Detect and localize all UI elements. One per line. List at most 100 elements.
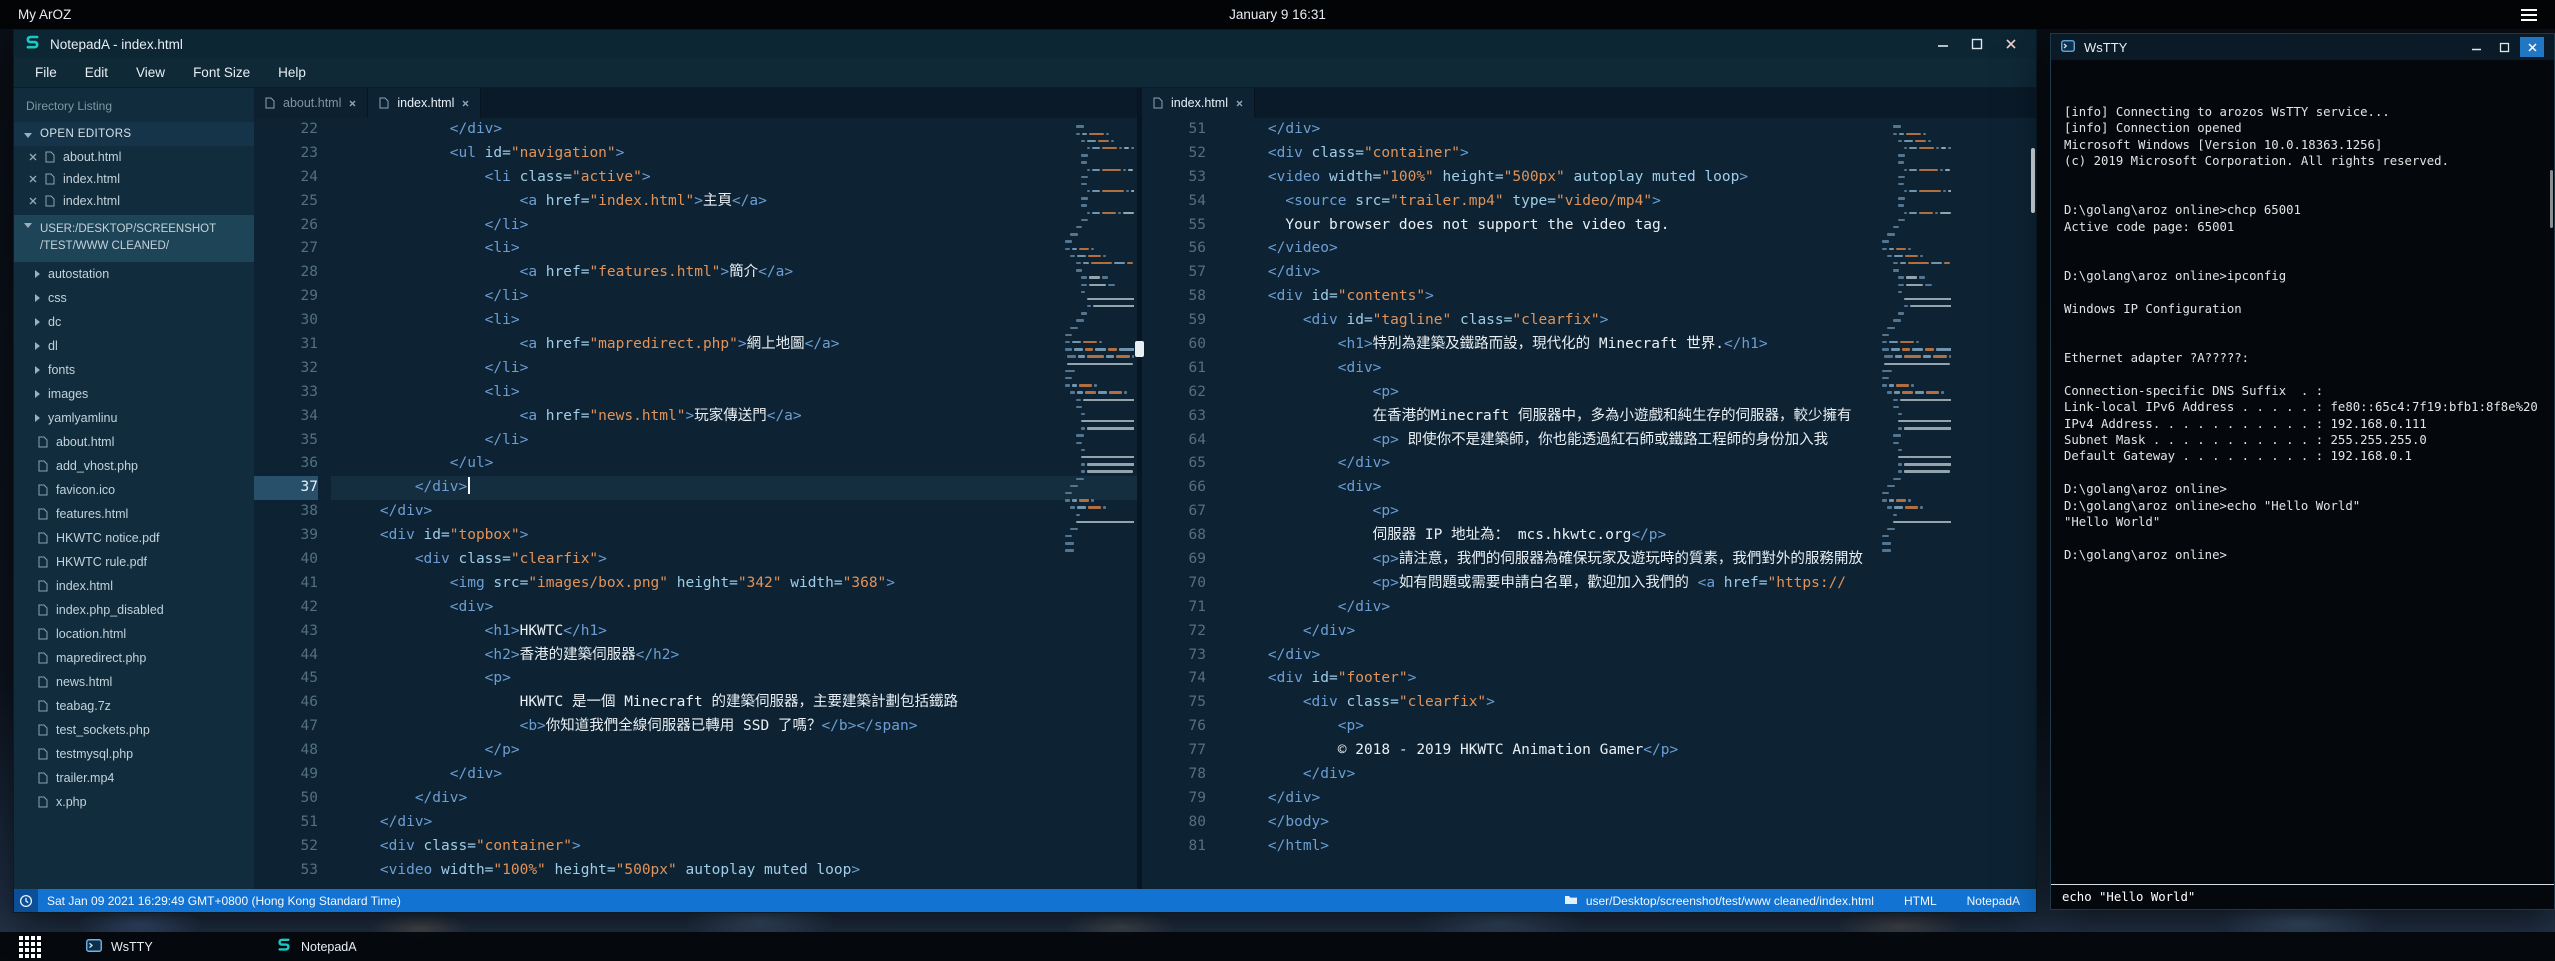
file-item[interactable]: trailer.mp4	[14, 766, 254, 790]
terminal-input[interactable]: echo "Hello World"	[2051, 884, 2554, 909]
code-line[interactable]: </p>	[331, 739, 1137, 763]
code-line[interactable]: <a href="mapredirect.php">網上地圖</a>	[331, 333, 1137, 357]
folder-item[interactable]: dl	[14, 334, 254, 358]
menu-item-edit[interactable]: Edit	[72, 61, 121, 84]
close-icon[interactable]	[2520, 37, 2544, 57]
folder-item[interactable]: css	[14, 286, 254, 310]
editor-tab[interactable]: about.html	[254, 88, 368, 118]
wstty-titlebar[interactable]: WsTTY	[2051, 34, 2554, 60]
editor-tab[interactable]: index.html	[1142, 88, 1255, 118]
notepad-titlebar[interactable]: NotepadA - index.html	[14, 30, 2036, 58]
taskbar-item-wstty[interactable]: WsTTY	[72, 932, 240, 961]
hamburger-menu-icon[interactable]	[2521, 9, 2537, 21]
start-menu-button[interactable]	[10, 932, 50, 961]
code-line[interactable]: </div>	[331, 500, 1137, 524]
folder-item[interactable]: autostation	[14, 262, 254, 286]
folder-item[interactable]: fonts	[14, 358, 254, 382]
code-line[interactable]: <ul id="navigation">	[331, 142, 1137, 166]
file-item[interactable]: index.php_disabled	[14, 598, 254, 622]
code-line[interactable]: </li>	[331, 429, 1137, 453]
folder-item[interactable]: dc	[14, 310, 254, 334]
code-line[interactable]: <div id="topbox">	[331, 524, 1137, 548]
folder-item[interactable]: yamlyamlinu	[14, 406, 254, 430]
terminal-output[interactable]: [info] Connecting to arozos WsTTY servic…	[2051, 60, 2554, 884]
pane-splitter[interactable]	[1137, 88, 1142, 889]
menu-item-file[interactable]: File	[22, 61, 70, 84]
file-item[interactable]: x.php	[14, 790, 254, 814]
menu-item-help[interactable]: Help	[265, 61, 319, 84]
taskbar-item-notepada[interactable]: NotepadA	[262, 932, 430, 961]
code-line[interactable]: <h2>香港的建築伺服器</h2>	[331, 644, 1137, 668]
code-line[interactable]: <div>	[331, 596, 1137, 620]
maximize-icon[interactable]	[1962, 33, 1992, 55]
code-line[interactable]: </div>	[331, 811, 1137, 835]
minimap[interactable]	[1876, 123, 1951, 889]
file-item[interactable]: location.html	[14, 622, 254, 646]
file-item[interactable]: add_vhost.php	[14, 454, 254, 478]
close-file-icon[interactable]	[29, 153, 37, 161]
minimize-icon[interactable]	[1928, 33, 1958, 55]
code-line[interactable]: <li>	[331, 309, 1137, 333]
code-editor-right[interactable]: 5152535455565758596061626364656667686970…	[1142, 118, 2036, 889]
open-editor-item[interactable]: index.html	[14, 190, 254, 212]
file-item[interactable]: HKWTC rule.pdf	[14, 550, 254, 574]
file-item[interactable]: features.html	[14, 502, 254, 526]
code-line[interactable]: <a href="features.html">簡介</a>	[331, 261, 1137, 285]
splitter-grip-icon[interactable]	[1135, 341, 1144, 357]
file-item[interactable]: HKWTC notice.pdf	[14, 526, 254, 550]
code-line[interactable]: </div>	[331, 118, 1137, 142]
file-item[interactable]: index.html	[14, 574, 254, 598]
code-line[interactable]: <a href="news.html">玩家傳送門</a>	[331, 405, 1137, 429]
code-editor-left[interactable]: 2223242526272829303132333435363738394041…	[254, 118, 1137, 889]
code-line[interactable]: </div>	[331, 763, 1137, 787]
close-file-icon[interactable]	[29, 175, 37, 183]
open-editor-item[interactable]: about.html	[14, 146, 254, 168]
code-line[interactable]: </div>	[331, 476, 1137, 500]
vertical-scrollbar[interactable]	[2031, 148, 2035, 213]
editor-tab[interactable]: index.html	[368, 88, 481, 118]
code-line[interactable]: HKWTC 是一個 Minecraft 的建築伺服器，主要建築計劃包括鐵路	[331, 691, 1137, 715]
open-editors-header[interactable]: OPEN EDITORS	[14, 122, 254, 146]
code-line[interactable]: <div class="clearfix">	[331, 548, 1137, 572]
folder-item[interactable]: images	[14, 382, 254, 406]
code-content[interactable]: </div><ul id="navigation"><li class="act…	[331, 118, 1137, 889]
code-line[interactable]: </li>	[331, 357, 1137, 381]
code-line[interactable]: <div class="container">	[331, 835, 1137, 859]
code-line[interactable]: </div>	[331, 787, 1137, 811]
close-file-icon[interactable]	[29, 197, 37, 205]
code-line[interactable]: <h1>HKWTC</h1>	[331, 620, 1137, 644]
code-line[interactable]: </ul>	[331, 452, 1137, 476]
code-line[interactable]: <img src="images/box.png" height="342" w…	[331, 572, 1137, 596]
menu-item-view[interactable]: View	[123, 61, 178, 84]
open-editor-item[interactable]: index.html	[14, 168, 254, 190]
terminal-line: Subnet Mask . . . . . . . . . . . : 255.…	[2064, 432, 2541, 448]
root-folder-header[interactable]: USER:/DESKTOP/SCREENSHOT /TEST/WWW CLEAN…	[14, 215, 254, 262]
tab-close-icon[interactable]	[349, 100, 356, 107]
tab-close-icon[interactable]	[462, 100, 469, 107]
file-item[interactable]: test_sockets.php	[14, 718, 254, 742]
terminal-scrollbar[interactable]	[2550, 170, 2553, 228]
file-item[interactable]: mapredirect.php	[14, 646, 254, 670]
minimize-icon[interactable]	[2464, 37, 2488, 57]
code-line[interactable]: <p>	[331, 667, 1137, 691]
code-line[interactable]: </li>	[331, 285, 1137, 309]
code-line[interactable]: <video width="100%" height="500px" autop…	[331, 859, 1137, 883]
notepad-menubar: FileEditViewFont SizeHelp	[14, 58, 2036, 88]
code-line[interactable]: <a href="index.html">主頁</a>	[331, 190, 1137, 214]
minimap[interactable]	[1059, 123, 1134, 889]
file-item[interactable]: favicon.ico	[14, 478, 254, 502]
close-icon[interactable]	[1996, 33, 2026, 55]
tab-close-icon[interactable]	[1236, 100, 1243, 107]
file-item[interactable]: about.html	[14, 430, 254, 454]
code-line[interactable]: <li>	[331, 237, 1137, 261]
file-item[interactable]: teabag.7z	[14, 694, 254, 718]
code-line[interactable]: </li>	[331, 214, 1137, 238]
code-line[interactable]: <b>你知道我們全線伺服器已轉用 SSD 了嗎？</b></span>	[331, 715, 1137, 739]
code-line[interactable]: <li class="active">	[331, 166, 1137, 190]
code-line[interactable]: <li>	[331, 381, 1137, 405]
file-item[interactable]: news.html	[14, 670, 254, 694]
terminal-line: (c) 2019 Microsoft Corporation. All righ…	[2064, 153, 2541, 169]
menu-item-font-size[interactable]: Font Size	[180, 61, 263, 84]
file-item[interactable]: testmysql.php	[14, 742, 254, 766]
maximize-icon[interactable]	[2492, 37, 2516, 57]
